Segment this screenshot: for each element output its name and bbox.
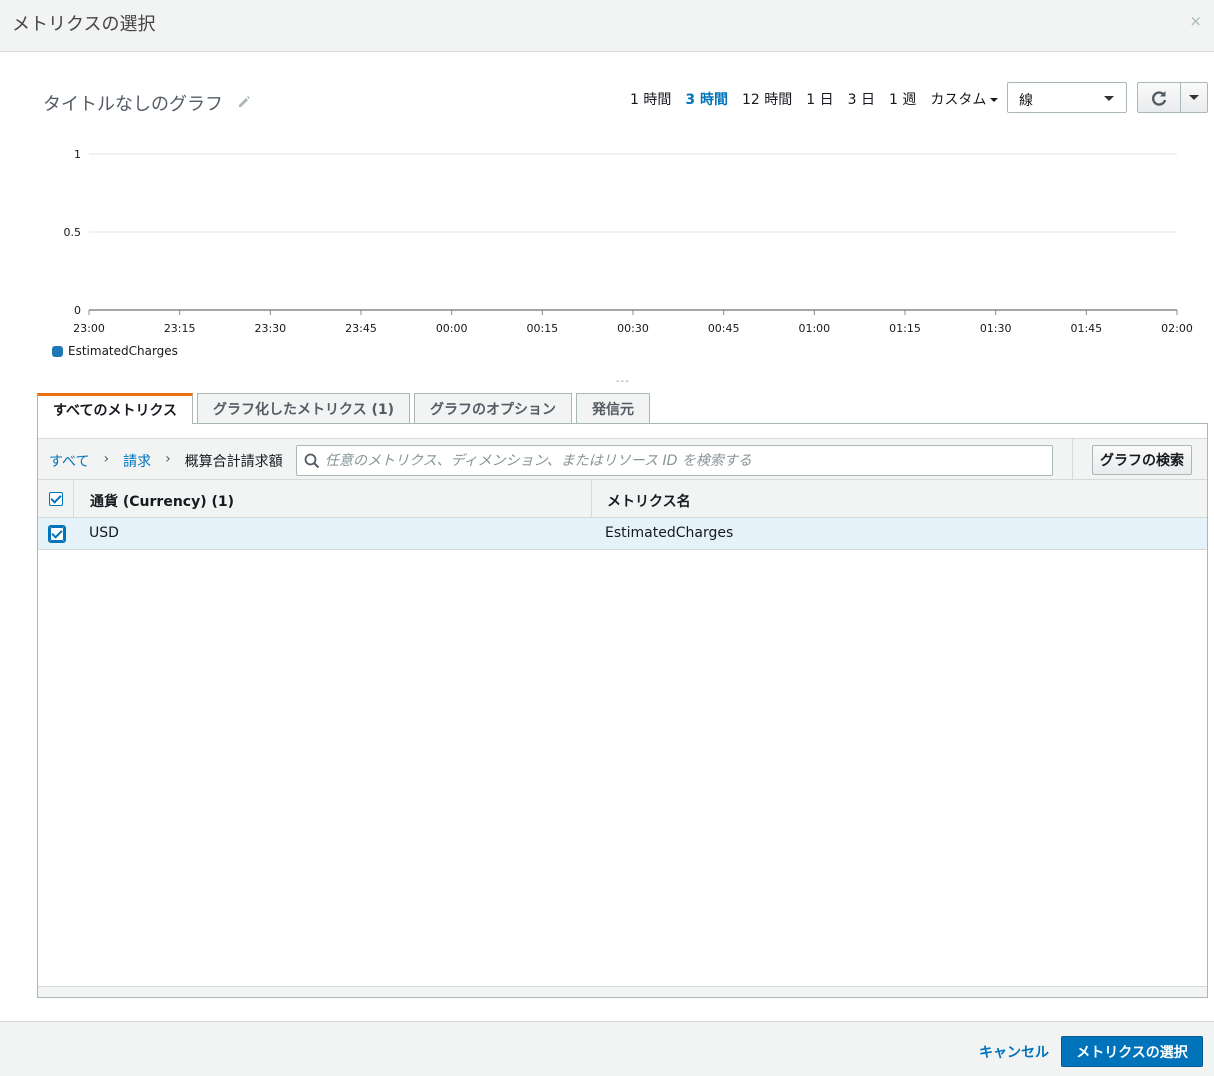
range-3h[interactable]: 3 時間: [685, 89, 728, 109]
x-tick-label: 23:15: [164, 322, 196, 335]
row-checkbox-focus: [48, 525, 66, 543]
table-header: 通貨 (Currency) (1) メトリクス名: [38, 480, 1207, 518]
refresh-options-button[interactable]: [1181, 83, 1207, 112]
resize-handle[interactable]: ---: [616, 376, 630, 387]
metrics-toolbar: すべて › 請求 › 概算合計請求額 グラフの検索: [38, 438, 1207, 480]
legend-swatch: [52, 345, 63, 357]
range-1w[interactable]: 1 週: [889, 89, 916, 109]
x-tick-label: 23:00: [73, 322, 105, 335]
breadcrumb-billing[interactable]: 請求: [123, 451, 151, 471]
select-metrics-button[interactable]: メトリクスの選択: [1061, 1036, 1203, 1067]
tab-all-metrics[interactable]: すべてのメトリクス: [37, 393, 194, 424]
select-all-checkbox[interactable]: [49, 492, 63, 506]
x-tick-label: 00:15: [526, 322, 558, 335]
x-tick-label: 23:45: [345, 322, 377, 335]
dialog-title: メトリクスの選択: [12, 14, 156, 35]
toolbar-divider: [1072, 439, 1073, 479]
tab-source[interactable]: 発信元: [576, 393, 651, 423]
search-icon: [304, 453, 320, 469]
search-input[interactable]: [325, 450, 1045, 472]
dialog-footer: キャンセル メトリクスの選択: [0, 1021, 1214, 1076]
pencil-icon[interactable]: [236, 93, 252, 109]
range-1h[interactable]: 1 時間: [630, 89, 671, 109]
chart-type-value: 線: [1019, 93, 1033, 109]
select-all-cell: [38, 480, 74, 518]
range-custom-label: カスタム: [930, 92, 987, 108]
cancel-button[interactable]: キャンセル: [979, 1042, 1049, 1062]
tab-bar: すべてのメトリクス グラフ化したメトリクス (1) グラフのオプション 発信元: [37, 393, 654, 424]
chevron-down-icon: [990, 98, 999, 102]
chevron-down-icon: [1104, 96, 1114, 101]
chevron-right-icon: ›: [103, 451, 110, 467]
cell-metric-name: EstimatedCharges: [605, 525, 734, 541]
chevron-right-icon: ›: [165, 451, 171, 467]
x-tick-label: 23:30: [254, 322, 286, 335]
breadcrumb-current: 概算合計請求額: [184, 454, 283, 470]
column-header-metric-name[interactable]: メトリクス名: [607, 491, 691, 511]
breadcrumb-all[interactable]: すべて: [49, 451, 89, 471]
legend-label[interactable]: EstimatedCharges: [68, 344, 178, 358]
x-tick-label: 02:00: [1161, 322, 1193, 335]
refresh-icon: [1152, 90, 1167, 106]
y-tick-label: 0: [74, 304, 81, 317]
cell-currency: USD: [89, 525, 119, 541]
range-custom[interactable]: カスタム: [930, 89, 999, 109]
dialog-header: メトリクスの選択 ×: [0, 0, 1214, 52]
y-tick-label: 1: [74, 148, 81, 161]
x-tick-label: 00:00: [436, 322, 468, 335]
breadcrumb: すべて › 請求 › 概算合計請求額: [49, 451, 283, 471]
x-tick-label: 01:15: [889, 322, 921, 335]
tab-graph-options[interactable]: グラフのオプション: [414, 393, 573, 423]
metric-search-box: [296, 445, 1053, 476]
metrics-panel: すべて › 請求 › 概算合計請求額 グラフの検索 通貨 (Currency) …: [37, 423, 1208, 998]
graph-title[interactable]: タイトルなしのグラフ: [43, 90, 223, 116]
column-header-currency[interactable]: 通貨 (Currency) (1): [90, 491, 234, 511]
range-3d[interactable]: 3 日: [848, 89, 875, 109]
chart-type-select[interactable]: 線: [1007, 82, 1127, 113]
x-tick-label: 01:30: [980, 322, 1012, 335]
y-tick-label: 0.5: [64, 226, 82, 239]
range-12h[interactable]: 12 時間: [742, 89, 792, 109]
chart-legend: EstimatedCharges: [52, 344, 178, 358]
x-tick-label: 01:45: [1070, 322, 1102, 335]
column-divider[interactable]: [591, 480, 592, 518]
row-checkbox[interactable]: [50, 527, 64, 541]
x-tick-label: 00:45: [708, 322, 740, 335]
refresh-button[interactable]: [1138, 83, 1181, 112]
panel-scrollbar[interactable]: [38, 986, 1207, 997]
metric-chart: 1 0.5 0 23:00 23:15 23:30 23:45 00:00 00:15 00:30…: [64, 148, 1193, 335]
graph-search-button[interactable]: グラフの検索: [1092, 445, 1192, 475]
range-1d[interactable]: 1 日: [806, 89, 833, 109]
table-row[interactable]: USD EstimatedCharges: [38, 518, 1207, 550]
time-range-selector: 1 時間 3 時間 12 時間 1 日 3 日 1 週 カスタム: [630, 89, 1012, 109]
x-tick-label: 00:30: [617, 322, 649, 335]
refresh-button-group: [1137, 82, 1208, 113]
chevron-down-icon: [1189, 95, 1199, 100]
close-icon[interactable]: ×: [1189, 12, 1202, 30]
x-tick-label: 01:00: [798, 322, 830, 335]
tab-graphed-metrics[interactable]: グラフ化したメトリクス (1): [197, 393, 411, 423]
